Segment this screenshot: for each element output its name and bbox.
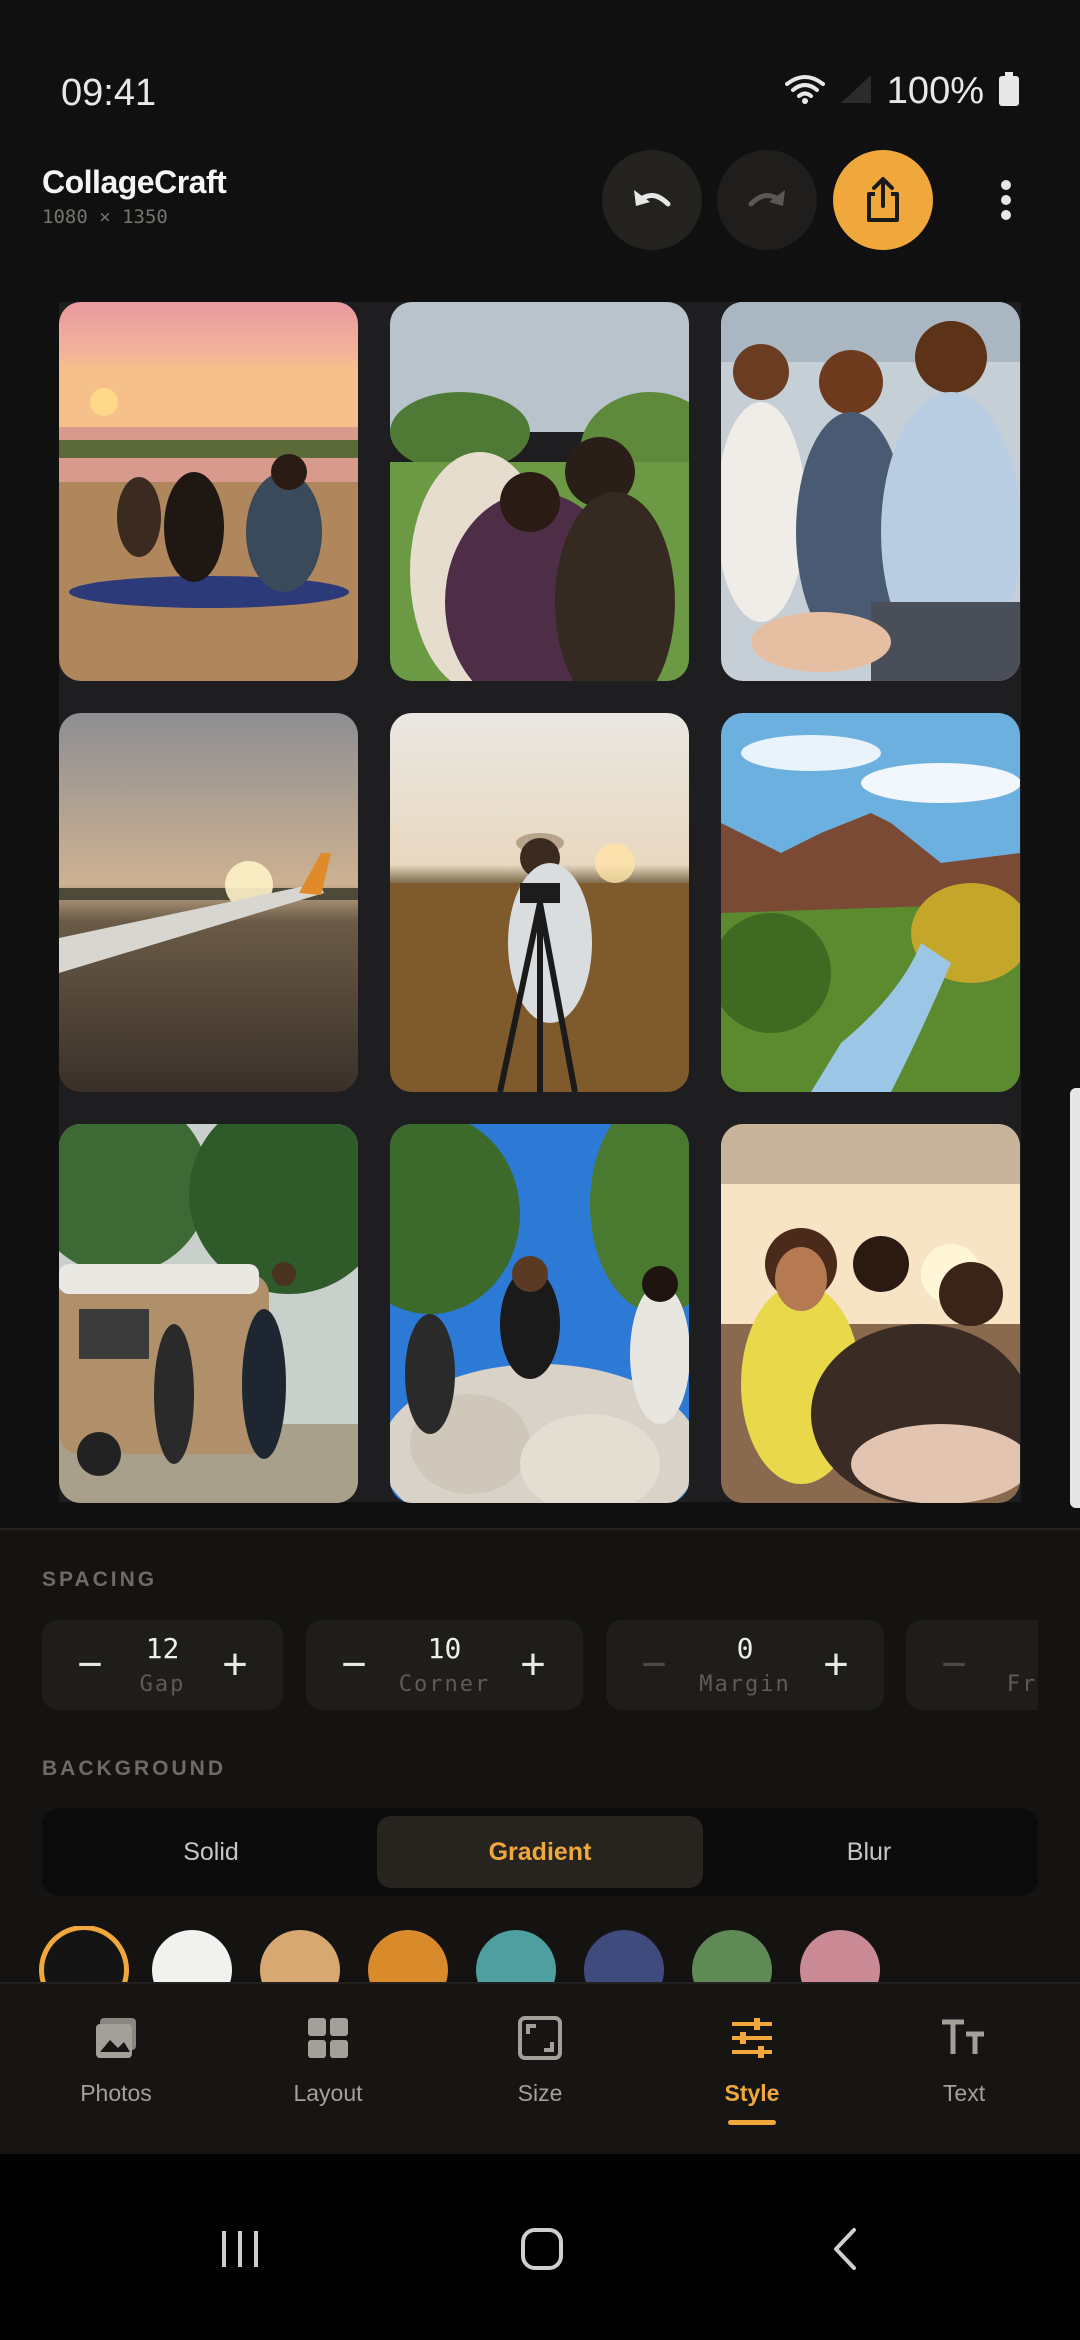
status-time: 09:41 — [61, 72, 157, 114]
frame-stepper[interactable]: − 0 Frame — [906, 1620, 1038, 1710]
status-bar: 09:41 100% — [0, 0, 1080, 150]
margin-increase-button[interactable]: + — [806, 1635, 866, 1695]
swatch-navy[interactable] — [584, 1930, 664, 1982]
wifi-icon — [784, 74, 825, 109]
background-type-selector[interactable]: Solid Gradient Blur — [42, 1808, 1038, 1896]
frame-value: 0 — [906, 1632, 1038, 1665]
text-size-icon — [942, 2019, 984, 2054]
nav-layout-label: Layout — [293, 2080, 363, 2106]
redo-icon — [748, 190, 785, 207]
recent-apps-icon — [222, 2231, 258, 2267]
frame-label: Frame — [1006, 1672, 1038, 1697]
canyon-river-photo[interactable] — [721, 713, 1020, 1092]
style-panel — [0, 1530, 1080, 1980]
app-header: CollageCraft 1080 × 1350 — [0, 150, 1080, 270]
scrollbar[interactable] — [1070, 1088, 1080, 1508]
swatch-green[interactable] — [692, 1930, 772, 1982]
airplane-wing-sunset-photo[interactable] — [59, 713, 358, 1092]
corner-increase-button[interactable]: + — [503, 1635, 563, 1695]
app-title: CollageCraft — [42, 164, 227, 200]
friends-laughing-outdoors-photo[interactable] — [390, 302, 689, 681]
gap-stepper[interactable]: − 12 Gap + — [42, 1620, 283, 1710]
three-friends-sitting-photo[interactable] — [721, 302, 1020, 681]
battery-icon — [998, 72, 1020, 111]
swatch-teal[interactable] — [476, 1930, 556, 1982]
back-icon — [834, 2228, 856, 2270]
undo-button[interactable] — [602, 150, 702, 250]
margin-stepper[interactable]: − 0 Margin + — [606, 1620, 884, 1710]
photographer-field-photo[interactable] — [390, 713, 689, 1092]
background-section-title: BACKGROUND — [42, 1757, 226, 1780]
gap-increase-button[interactable]: + — [205, 1635, 265, 1695]
home-icon — [521, 2228, 563, 2270]
beach-sunset-friends-photo[interactable] — [59, 302, 358, 681]
nav-text-label: Text — [942, 2080, 986, 2106]
collage-canvas[interactable] — [59, 302, 1021, 1503]
nav-layout[interactable]: Layout — [220, 1984, 436, 2156]
corner-stepper[interactable]: − 10 Corner + — [306, 1620, 583, 1710]
photo-icon — [96, 2018, 136, 2058]
nav-style[interactable]: Style — [644, 1984, 860, 2156]
spacing-steppers[interactable]: − 12 Gap + − 10 Corner + − 0 Margin + − … — [42, 1620, 1038, 1710]
spacing-section-title: SPACING — [42, 1568, 158, 1591]
background-solid-option[interactable]: Solid — [50, 1816, 372, 1888]
background-swatches[interactable] — [0, 1926, 1080, 1982]
swatch-white[interactable] — [152, 1930, 232, 1982]
background-blur-option[interactable]: Blur — [708, 1816, 1030, 1888]
swatch-orange[interactable] — [368, 1930, 448, 1982]
back-button[interactable] — [795, 2204, 895, 2294]
sliders-icon — [732, 2018, 772, 2058]
friends-in-car-photo[interactable] — [721, 1124, 1020, 1503]
swatch-pink[interactable] — [800, 1930, 880, 1982]
undo-icon — [634, 190, 671, 207]
nav-text[interactable]: Text — [856, 1984, 1072, 2156]
nav-size[interactable]: Size — [432, 1984, 648, 2156]
canvas-size-label: 1080 × 1350 — [42, 206, 168, 228]
friends-on-rocks-photo[interactable] — [390, 1124, 689, 1503]
nav-photos[interactable]: Photos — [8, 1984, 224, 2156]
redo-button[interactable] — [717, 150, 817, 250]
active-tab-indicator — [728, 2120, 776, 2125]
signal-icon — [839, 73, 873, 110]
share-icon — [867, 177, 899, 222]
camper-van-photo[interactable] — [59, 1124, 358, 1503]
battery-percent: 100% — [886, 70, 984, 112]
aspect-ratio-icon — [518, 2016, 562, 2060]
more-options-button[interactable] — [956, 160, 1056, 240]
share-button[interactable] — [833, 150, 933, 250]
recent-apps-button[interactable] — [190, 2204, 290, 2294]
more-vertical-icon — [1001, 180, 1011, 220]
background-gradient-option[interactable]: Gradient — [377, 1816, 703, 1888]
swatch-black[interactable] — [44, 1930, 124, 1982]
nav-size-label: Size — [517, 2080, 563, 2106]
bottom-navigation: Photos Layout Size Style Text — [0, 1982, 1080, 2156]
home-button[interactable] — [492, 2204, 592, 2294]
nav-photos-label: Photos — [80, 2080, 152, 2106]
system-navigation-bar — [0, 2154, 1080, 2340]
nav-style-label: Style — [724, 2080, 780, 2106]
grid-icon — [308, 2018, 348, 2058]
swatch-tan[interactable] — [260, 1930, 340, 1982]
